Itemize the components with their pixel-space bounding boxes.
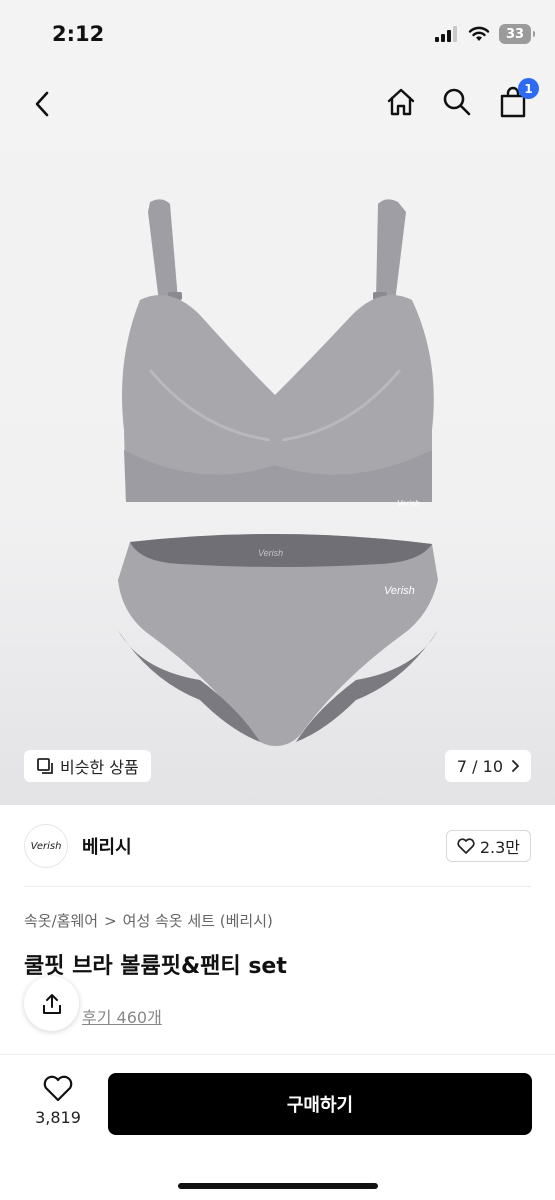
cart-badge: 1 — [518, 78, 539, 99]
breadcrumb-subcategory[interactable]: 여성 속옷 세트 (베리시) — [123, 910, 273, 931]
brand-like-button[interactable]: 2.3만 — [445, 830, 531, 862]
share-icon — [42, 993, 61, 1014]
wifi-icon — [468, 26, 490, 41]
bra-logo: Verish — [397, 499, 420, 508]
bottom-action-bar: 3,819 구매하기 — [0, 1054, 555, 1200]
home-indicator — [178, 1183, 378, 1189]
brand-name[interactable]: 베리시 — [82, 833, 132, 859]
similar-products-button[interactable]: 비슷한 상품 — [24, 750, 151, 782]
search-icon — [443, 88, 471, 116]
heart-icon — [43, 1075, 73, 1102]
back-button[interactable] — [24, 86, 60, 122]
divider — [24, 886, 531, 887]
heart-icon — [457, 838, 475, 854]
breadcrumb-category[interactable]: 속옷/홈웨어 — [24, 910, 98, 931]
signal-icon — [435, 26, 457, 42]
status-bar: 2:12 33 — [0, 0, 555, 70]
review-link[interactable]: 후기 460개 — [82, 1004, 162, 1028]
chevron-left-icon — [35, 91, 49, 117]
panty-logo: Verish — [384, 585, 415, 597]
copy-icon — [37, 758, 53, 774]
chevron-right-icon — [512, 760, 519, 772]
breadcrumb-separator: > — [104, 911, 117, 930]
home-button[interactable] — [383, 84, 419, 120]
image-page-indicator[interactable]: 7 / 10 — [444, 750, 531, 782]
nav-actions: 1 — [383, 78, 539, 120]
product-image: Verish Verish Verish — [118, 199, 438, 746]
similar-products-label: 비슷한 상품 — [60, 758, 139, 777]
wishlist-count: 3,819 — [35, 1108, 81, 1127]
product-gallery[interactable]: Verish Verish Verish 1 비슷한 상품 7 / 10 — [0, 70, 555, 805]
cart-button[interactable]: 1 — [495, 78, 539, 120]
breadcrumb: 속옷/홈웨어 > 여성 속옷 세트 (베리시) — [24, 910, 273, 931]
battery-icon: 33 — [499, 24, 535, 44]
share-button[interactable] — [24, 976, 79, 1031]
buy-button[interactable]: 구매하기 — [108, 1073, 532, 1135]
brand-logo[interactable]: Verish — [24, 824, 68, 868]
search-button[interactable] — [439, 84, 475, 120]
status-icons: 33 — [435, 24, 535, 44]
brand-like-count: 2.3만 — [479, 838, 520, 857]
panty-waist-logo: Verish — [258, 548, 283, 558]
home-icon — [387, 88, 415, 116]
page-indicator-text: 7 / 10 — [456, 756, 503, 776]
brand-row: Verish 베리시 2.3만 — [24, 822, 531, 870]
status-time: 2:12 — [52, 22, 105, 46]
product-title: 쿨핏 브라 볼륨핏&팬티 set — [24, 954, 287, 979]
wishlist-button[interactable]: 3,819 — [30, 1075, 86, 1127]
